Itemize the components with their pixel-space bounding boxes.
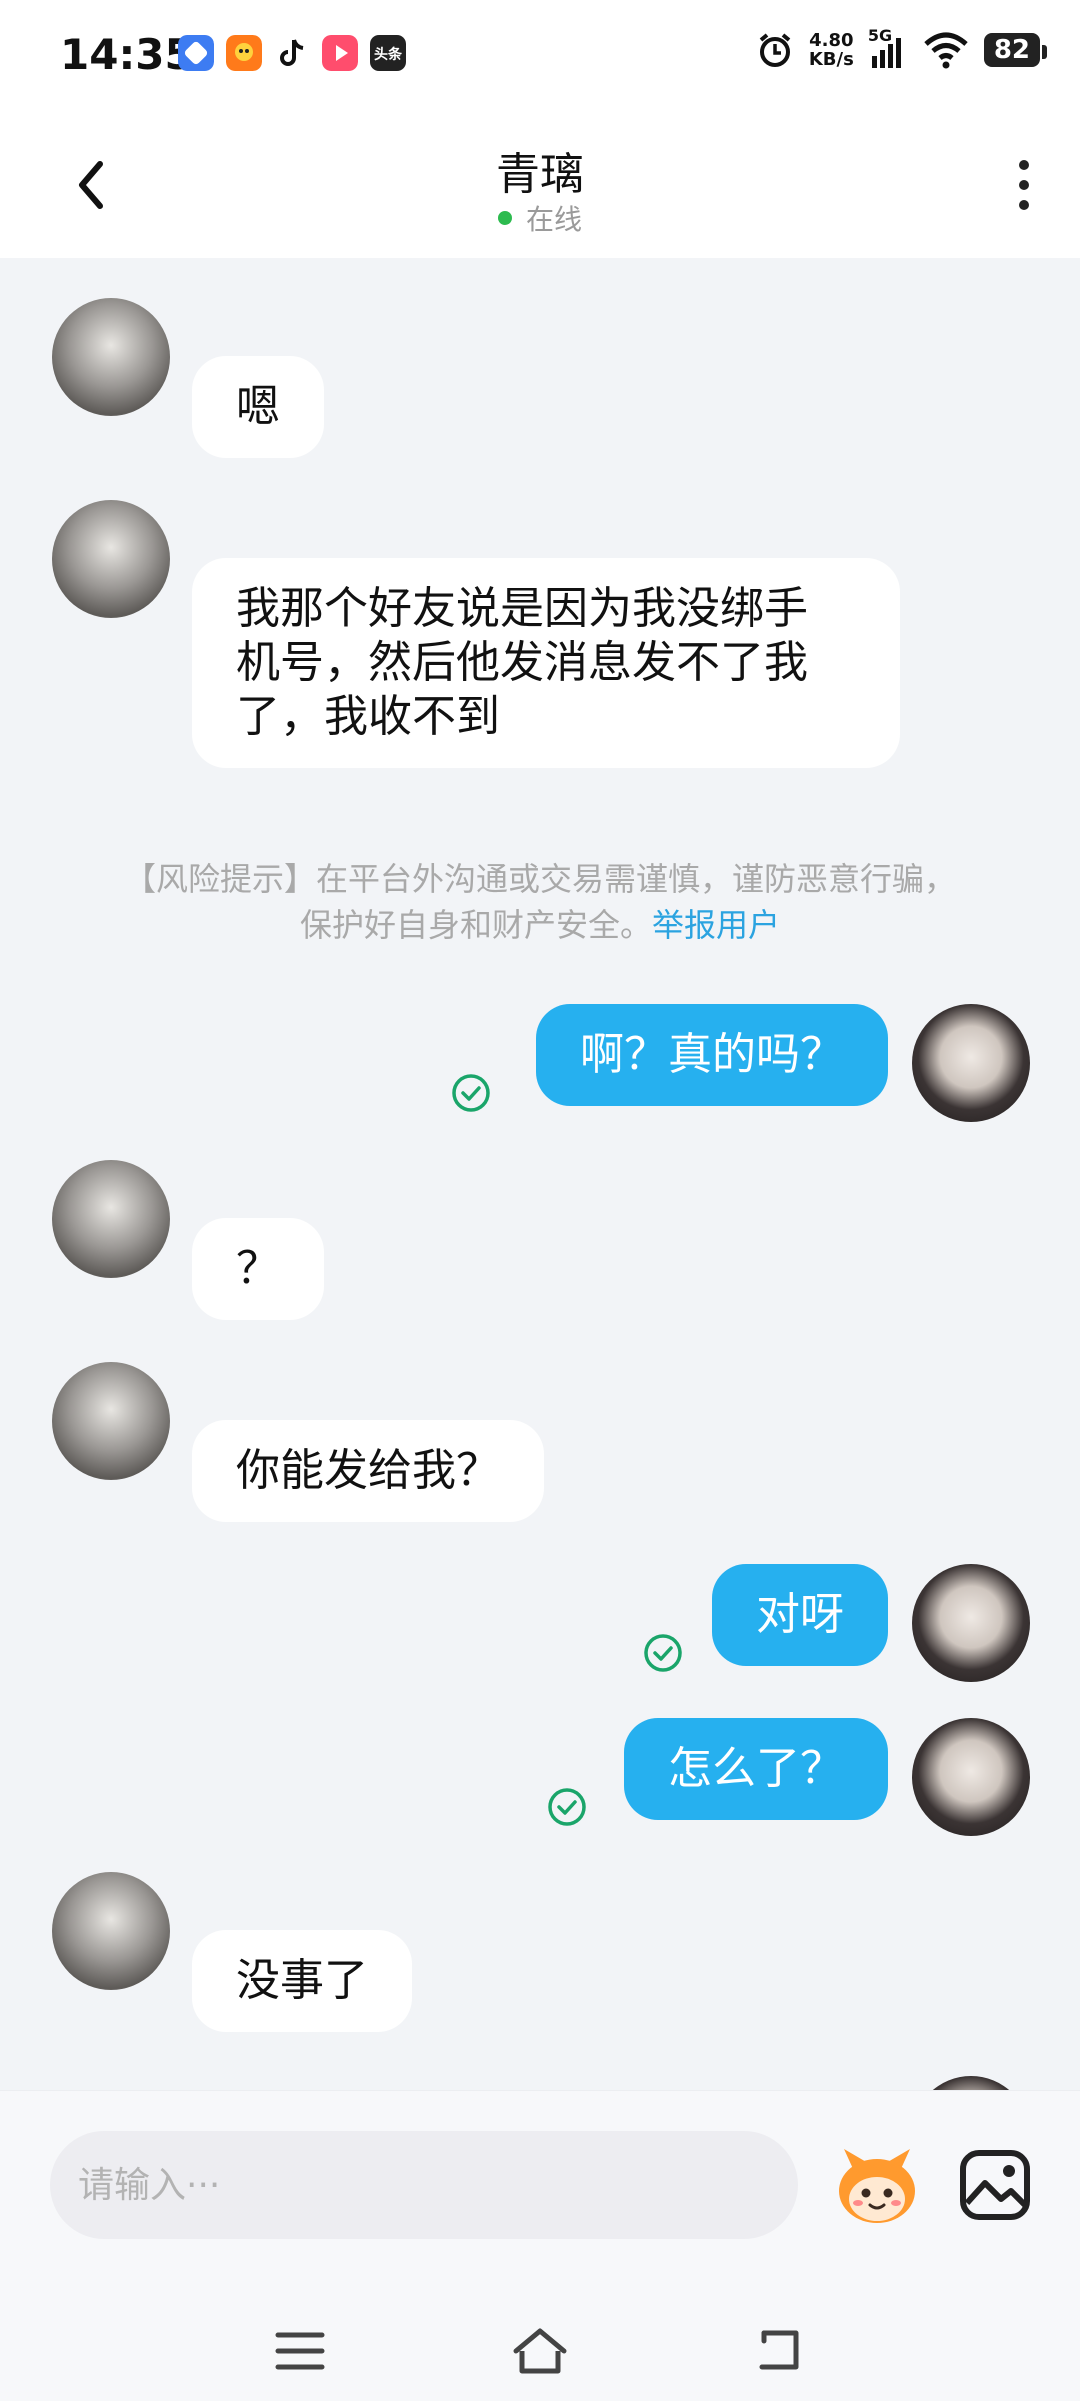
my-avatar[interactable]: [912, 1004, 1030, 1122]
status-app-icons: 头条: [178, 35, 406, 71]
emoji-sticker-icon[interactable]: [832, 2141, 922, 2231]
message-line: 我那个好友说是因为我没绑手: [236, 583, 808, 634]
my-avatar[interactable]: [912, 1718, 1030, 1836]
shopping-app-icon: [226, 35, 262, 71]
toutiao-icon: 头条: [370, 35, 406, 71]
message-bubble-received[interactable]: 我那个好友说是因为我没绑手 机号，然后他发消息发不了我 了，我收不到: [192, 558, 900, 768]
online-dot-icon: [497, 211, 512, 225]
message-bubble-received[interactable]: ？: [192, 1218, 324, 1320]
message-bubble-received[interactable]: 嗯: [192, 356, 324, 458]
contact-avatar[interactable]: [52, 500, 170, 618]
message-bubble-sent[interactable]: 对呀: [712, 1564, 888, 1666]
browser-app-icon: [178, 35, 214, 71]
message-bubble-sent[interactable]: 啊？真的吗？: [536, 1004, 888, 1106]
image-picker-icon[interactable]: [955, 2145, 1035, 2225]
message-line: 了，我收不到: [236, 691, 500, 742]
message-bubble-received[interactable]: 你能发给我？: [192, 1420, 544, 1522]
message-list[interactable]: 嗯 我那个好友说是因为我没绑手 机号，然后他发消息发不了我 了，我收不到 【风险…: [0, 258, 1080, 2090]
message-bubble-sent[interactable]: 怎么了？: [624, 1718, 888, 1820]
back-nav-icon[interactable]: [750, 2321, 810, 2381]
input-bar: [0, 2090, 1080, 2401]
status-time: 14:35: [60, 30, 194, 79]
battery-indicator: 82: [983, 33, 1048, 67]
system-nav-bar: [0, 2291, 1080, 2401]
online-status: 在线: [0, 198, 1080, 238]
signal-group: 5G: [868, 26, 908, 70]
tiktok-icon: [280, 39, 304, 66]
my-avatar[interactable]: [912, 1564, 1030, 1682]
report-user-link[interactable]: 举报用户: [652, 906, 780, 944]
contact-avatar[interactable]: [52, 1872, 170, 1990]
message-line: 机号，然后他发消息发不了我: [236, 637, 808, 688]
svg-text:头条: 头条: [374, 46, 403, 63]
read-check-icon: [452, 1074, 490, 1112]
status-bar: 14:35 头条 4.80 KB/s 5G 82: [0, 0, 1080, 110]
network-speed: 4.80 KB/s: [808, 30, 854, 70]
risk-notice: 【风险提示】在平台外沟通或交易需谨慎，谨防恶意行骗， 保护好自身和财产安全。举报…: [40, 856, 1040, 948]
read-check-icon: [644, 1634, 682, 1672]
risk-notice-line2: 保护好自身和财产安全。: [299, 906, 652, 944]
read-check-icon: [548, 1788, 586, 1826]
alarm-icon: [759, 33, 791, 67]
contact-avatar[interactable]: [52, 1362, 170, 1480]
home-icon[interactable]: [510, 2321, 570, 2381]
contact-avatar[interactable]: [52, 298, 170, 416]
online-status-label: 在线: [525, 203, 582, 236]
contact-avatar[interactable]: [52, 1160, 170, 1278]
more-options-button[interactable]: [1004, 154, 1044, 224]
my-avatar[interactable]: [912, 2076, 1030, 2090]
contact-name: 青璃: [496, 149, 584, 200]
menu-icon[interactable]: [270, 2321, 330, 2381]
message-input[interactable]: [50, 2131, 798, 2239]
message-bubble-received[interactable]: 没事了: [192, 1930, 412, 2032]
video-app-icon: [322, 35, 358, 71]
status-right: 4.80 KB/s 5G 82: [755, 26, 1048, 70]
chat-header: 青璃 在线: [0, 110, 1080, 258]
wifi-icon: [924, 32, 968, 69]
signal-icon: [871, 38, 901, 68]
risk-notice-line1: 【风险提示】在平台外沟通或交易需谨慎，谨防恶意行骗，: [123, 860, 956, 898]
